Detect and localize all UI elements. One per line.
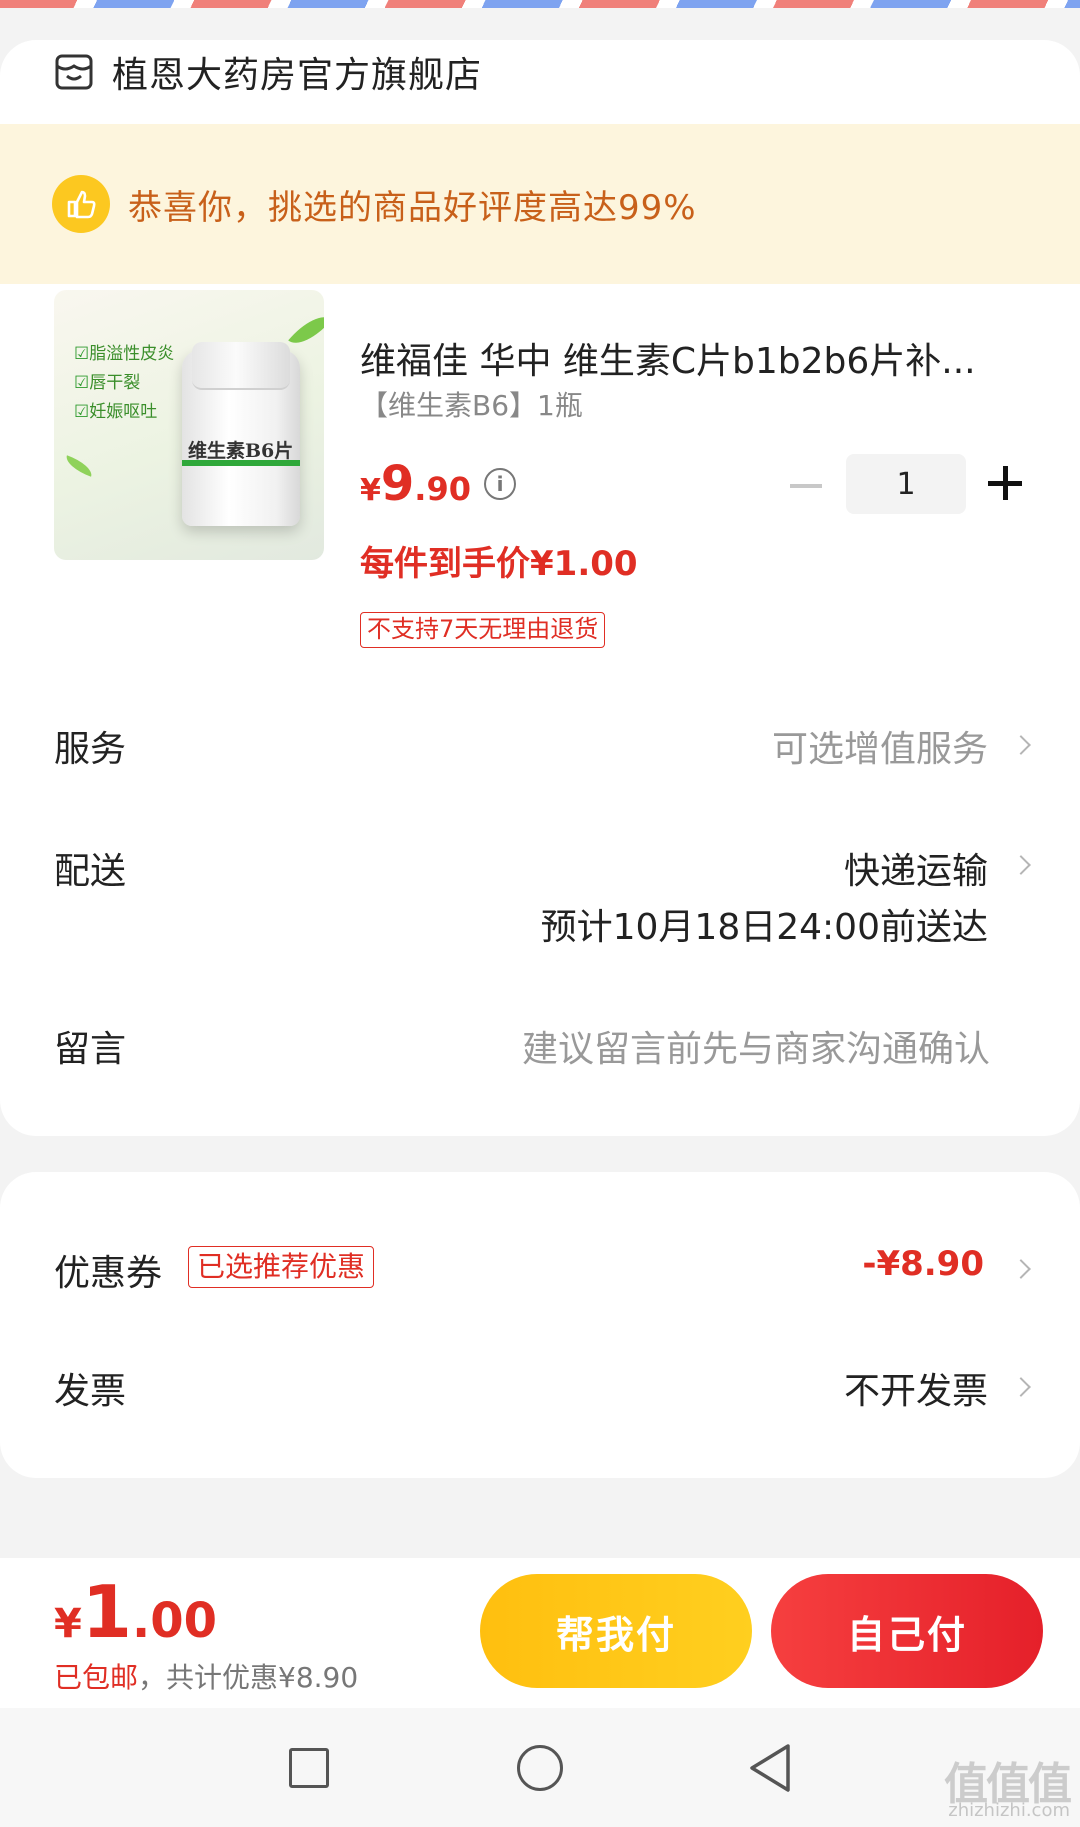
price-decimal: .90 xyxy=(414,470,471,508)
benefit-item: 脂溢性皮炎 xyxy=(74,340,174,369)
benefit-item: 妊娠呕吐 xyxy=(74,398,174,427)
delivery-eta: 预计10月18日24:00前送达 xyxy=(540,907,988,948)
leaf-decoration xyxy=(62,455,96,477)
shipping-note: 已包邮 xyxy=(54,1661,139,1694)
delivery-value[interactable]: 快递运输 xyxy=(844,842,988,894)
quantity-field[interactable]: 1 xyxy=(846,454,966,514)
total-currency: ¥ xyxy=(54,1601,82,1647)
total-price: ¥ 1 .00 xyxy=(54,1570,217,1654)
store-icon xyxy=(55,54,93,90)
product-benefits: 脂溢性皮炎 唇干裂 妊娠呕吐 xyxy=(74,340,174,427)
medicine-bottle: 维生素B6片 xyxy=(182,342,300,526)
quantity-decrement-button[interactable] xyxy=(790,484,822,488)
total-summary: 已包邮，共计优惠¥8.90 xyxy=(54,1656,358,1696)
rating-banner: 恭喜你，挑选的商品好评度高达99% xyxy=(0,124,1080,284)
shop-name: 植恩大药房官方旗舰店 xyxy=(112,55,483,96)
product-title[interactable]: 维福佳 华中 维生素C片b1b2b6片补... xyxy=(360,332,1020,384)
thumbs-up-icon xyxy=(52,175,110,233)
price-integer: 9 xyxy=(380,456,415,512)
self-pay-button[interactable]: 自己付 xyxy=(771,1574,1043,1688)
watermark-url: zhizhizhi.com xyxy=(948,1800,1070,1821)
message-input[interactable]: 建议留言前先与商家沟通确认 xyxy=(522,1020,990,1072)
bottle-cap xyxy=(192,342,290,390)
leaf-decoration xyxy=(288,306,324,354)
price-currency: ¥ xyxy=(360,473,381,508)
back-icon[interactable] xyxy=(746,1742,796,1794)
invoice-label: 发票 xyxy=(54,1371,127,1412)
coupon-status-tag: 已选推荐优惠 xyxy=(188,1246,375,1288)
final-unit-price: 每件到手价¥1.00 xyxy=(360,544,638,584)
help-pay-button[interactable]: 帮我付 xyxy=(480,1574,752,1688)
banner-text: 恭喜你，挑选的商品好评度高达99% xyxy=(128,187,697,228)
message-label: 留言 xyxy=(54,1029,127,1070)
shop-header[interactable]: 植恩大药房官方旗舰店 xyxy=(54,40,482,104)
invoice-value[interactable]: 不开发票 xyxy=(844,1362,988,1414)
info-icon[interactable]: i xyxy=(484,468,516,500)
discount-note: ，共计优惠¥8.90 xyxy=(138,1661,359,1694)
benefit-item: 唇干裂 xyxy=(74,369,174,398)
product-spec[interactable]: 【维生素B6】1瓶 xyxy=(360,384,583,424)
total-integer: 1 xyxy=(81,1570,132,1654)
recents-icon[interactable] xyxy=(289,1748,329,1788)
return-policy-tag: 不支持7天无理由退货 xyxy=(360,612,606,648)
coupon-label: 优惠券 xyxy=(54,1253,163,1294)
service-label: 服务 xyxy=(54,729,127,770)
total-decimal: .00 xyxy=(131,1593,217,1649)
airmail-border xyxy=(0,0,1080,8)
discount-card xyxy=(0,1172,1080,1478)
bottle-band xyxy=(182,460,300,466)
coupon-value[interactable]: -¥8.90 xyxy=(862,1244,984,1284)
delivery-label: 配送 xyxy=(54,851,127,892)
bottle-label: 维生素B6片 xyxy=(188,440,294,462)
product-price: ¥ 9 .90 xyxy=(360,456,471,512)
service-value[interactable]: 可选增值服务 xyxy=(772,720,988,772)
home-icon[interactable] xyxy=(517,1745,563,1791)
quantity-increment-button[interactable] xyxy=(988,466,1022,500)
product-image[interactable]: 脂溢性皮炎 唇干裂 妊娠呕吐 维生素B6片 xyxy=(54,290,324,560)
